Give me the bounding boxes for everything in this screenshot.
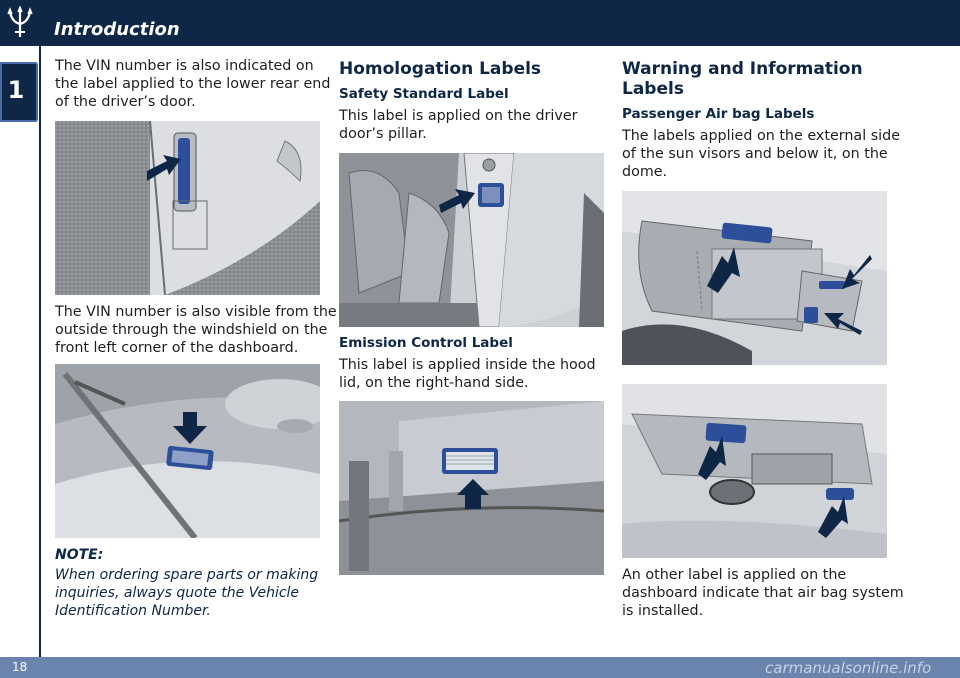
chapter-title: Introduction: [54, 19, 180, 40]
warning-info-heading: Warning and Information Labels: [622, 59, 863, 99]
dashboard-airbag-text: An other label is applied on the dashboa…: [622, 566, 904, 620]
chapter-tab: 1: [0, 62, 38, 122]
header-bar: Introduction: [0, 0, 960, 46]
safety-standard-heading: Safety Standard Label: [339, 86, 509, 102]
safety-standard-text: This label is applied on the driver door…: [339, 107, 578, 143]
door-pillar-label-image: [339, 153, 604, 327]
text-line: of the driver’s door.: [55, 94, 196, 110]
emission-control-text: This label is applied inside the hood li…: [339, 356, 596, 392]
footer-bar: 18 carmanualsonline.info: [0, 657, 960, 678]
text-line: This label is applied on the driver: [339, 108, 578, 124]
text-line: When ordering spare parts or making: [55, 567, 319, 583]
text-line: The VIN number is also visible from the: [55, 304, 337, 320]
chapter-number: 1: [7, 76, 25, 104]
note-label: NOTE:: [55, 547, 104, 563]
heading-line: Warning and Information: [622, 59, 863, 79]
text-line: The VIN number is also indicated on: [55, 58, 314, 74]
text-line: is installed.: [622, 603, 704, 619]
text-line: door’s pillar.: [339, 126, 427, 142]
text-line: the label applied to the lower rear end: [55, 76, 331, 92]
note-text: When ordering spare parts or making inqu…: [55, 566, 318, 620]
text-line: An other label is applied on the: [622, 567, 847, 583]
text-line: The labels applied on the external side: [622, 128, 901, 144]
watermark: carmanualsonline.info: [765, 659, 932, 677]
door-vin-label-image: [55, 121, 320, 295]
vin-door-text: The VIN number is also indicated on the …: [55, 57, 330, 111]
heading-line: Labels: [622, 79, 684, 99]
text-line: Identification Number.: [55, 603, 211, 619]
airbag-labels-heading: Passenger Air bag Labels: [622, 106, 815, 122]
dome-airbag-label-image: [622, 384, 887, 558]
text-line: dashboard indicate that air bag system: [622, 585, 904, 601]
homologation-heading: Homologation Labels: [339, 59, 542, 79]
windshield-vin-image: [55, 364, 320, 538]
text-line: This label is applied inside the hood: [339, 357, 596, 373]
text-line: lid, on the right-hand side.: [339, 375, 529, 391]
text-line: of the sun visors and below it, on the: [622, 146, 888, 162]
hood-emission-label-image: [339, 401, 604, 575]
text-line: front left corner of the dashboard.: [55, 340, 299, 356]
page-number: 18: [12, 660, 28, 674]
vin-windshield-text: The VIN number is also visible from the …: [55, 303, 337, 357]
sidebar-divider: [39, 0, 41, 678]
sun-visor-labels-image: [622, 191, 887, 365]
text-line: dome.: [622, 164, 668, 180]
airbag-labels-text: The labels applied on the external side …: [622, 127, 900, 181]
emission-control-heading: Emission Control Label: [339, 335, 513, 351]
text-line: outside through the windshield on the: [55, 322, 328, 338]
text-line: inquiries, always quote the Vehicle: [55, 585, 300, 601]
trident-logo-icon: [0, 0, 40, 46]
